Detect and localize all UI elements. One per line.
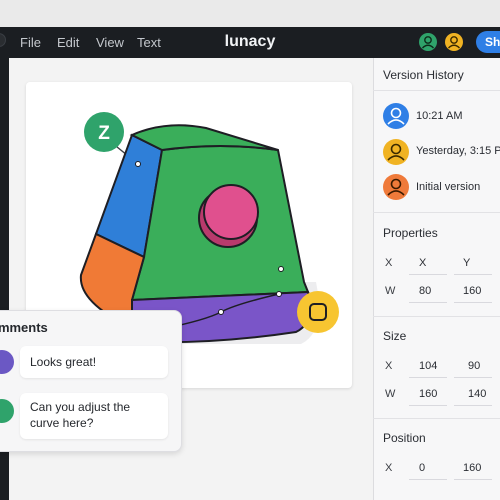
divider — [373, 212, 500, 213]
field-underline — [454, 479, 492, 480]
field-underline — [409, 377, 447, 378]
properties-title: Properties — [383, 226, 438, 240]
menu-file[interactable]: File — [20, 35, 41, 50]
divider — [373, 316, 500, 317]
version-avatar — [383, 174, 409, 200]
position-title: Position — [383, 431, 426, 445]
version-avatar — [383, 103, 409, 129]
property-value[interactable]: X — [419, 257, 426, 269]
property-value[interactable]: 160 — [463, 285, 481, 297]
version-avatar — [383, 139, 409, 165]
field-underline — [454, 274, 492, 275]
version-history-title: Version History — [383, 68, 464, 82]
curve-anchor[interactable] — [278, 266, 284, 272]
curve-anchor[interactable] — [135, 161, 141, 167]
field-underline — [409, 274, 447, 275]
field-underline — [454, 302, 492, 303]
comment-bubble[interactable]: Can you adjust the curve here? — [20, 393, 168, 439]
curve-anchor[interactable] — [218, 309, 224, 315]
divider — [373, 90, 500, 91]
comment-pin-z-label: Z — [98, 123, 110, 144]
property-value[interactable]: 80 — [419, 285, 431, 297]
app-title: lunacy — [224, 33, 276, 50]
position-label: X — [385, 462, 393, 474]
window-top-bezel — [0, 0, 500, 27]
user-icon — [387, 107, 405, 125]
user-icon — [448, 36, 460, 49]
version-item[interactable]: Initial version — [416, 181, 480, 193]
comments-title: omments — [0, 320, 48, 335]
menu-view[interactable]: View — [96, 35, 124, 50]
position-value[interactable]: 160 — [463, 462, 481, 474]
field-underline — [454, 405, 492, 406]
size-value[interactable]: 140 — [468, 388, 486, 400]
user-icon — [387, 143, 405, 161]
property-label: W — [385, 285, 396, 297]
version-item[interactable]: Yesterday, 3:15 P — [416, 145, 500, 157]
size-label: X — [385, 360, 393, 372]
collaborator-avatar[interactable] — [419, 33, 437, 51]
comment-pin-yellow[interactable] — [297, 291, 339, 333]
curve-anchor[interactable] — [276, 291, 282, 297]
size-label: W — [385, 388, 396, 400]
size-value[interactable]: 160 — [419, 388, 437, 400]
field-underline — [454, 377, 492, 378]
property-value[interactable]: Y — [463, 257, 470, 269]
divider — [373, 418, 500, 419]
comment-bubble[interactable]: Looks great! — [20, 346, 168, 378]
version-item[interactable]: 10:21 AM — [416, 110, 462, 122]
size-value[interactable]: 104 — [419, 360, 437, 372]
field-underline — [409, 302, 447, 303]
property-label: X — [385, 257, 393, 269]
user-icon — [422, 36, 434, 49]
size-title: Size — [383, 329, 407, 343]
size-value[interactable]: 90 — [468, 360, 480, 372]
current-user-avatar[interactable] — [445, 33, 463, 51]
menu-text[interactable]: Text — [137, 35, 161, 50]
field-underline — [409, 479, 447, 480]
share-button[interactable]: Sh — [476, 31, 500, 53]
position-value[interactable]: 0 — [419, 462, 425, 474]
pink-knob[interactable] — [203, 184, 259, 240]
user-icon — [387, 178, 405, 196]
menu-edit[interactable]: Edit — [57, 35, 79, 50]
shape-top-face — [129, 124, 279, 152]
field-underline — [409, 405, 447, 406]
